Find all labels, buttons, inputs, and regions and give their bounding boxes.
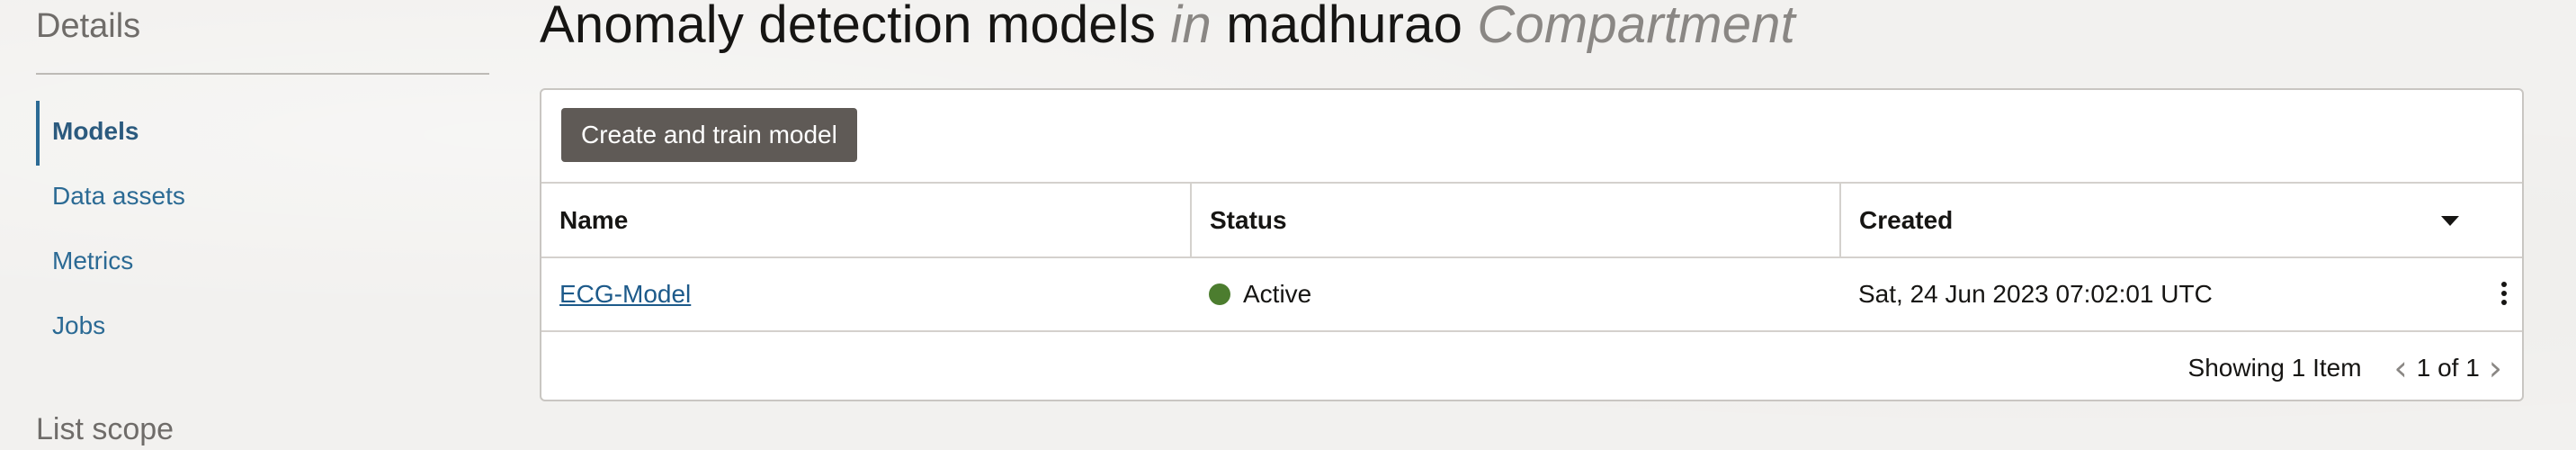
sidebar-item-data-assets[interactable]: Data assets — [36, 164, 486, 229]
sidebar-nav: Models Data assets Metrics Jobs — [36, 99, 486, 358]
models-table: Name Status Created ECG-Model Active Sat… — [541, 184, 2522, 332]
models-panel: Create and train model Name Status Creat… — [540, 88, 2524, 401]
chevron-right-icon[interactable]: › — [2489, 351, 2502, 385]
table-row: ECG-Model Active Sat, 24 Jun 2023 07:02:… — [541, 257, 2522, 332]
caret-down-icon[interactable] — [2441, 216, 2459, 226]
created-timestamp: Sat, 24 Jun 2023 07:02:01 UTC — [1858, 280, 2213, 308]
cell-created: Sat, 24 Jun 2023 07:02:01 UTC — [1840, 257, 2522, 332]
pagination-page-indicator: 1 of 1 — [2416, 354, 2480, 382]
chevron-left-icon[interactable]: ‹ — [2394, 351, 2408, 385]
column-header-created[interactable]: Created — [1839, 184, 2522, 258]
cell-name: ECG-Model — [541, 257, 1191, 332]
sidebar-item-models[interactable]: Models — [36, 99, 486, 166]
status-label: Active — [1243, 280, 1312, 308]
cell-status: Active — [1191, 257, 1840, 332]
page-title-main: Anomaly detection models — [540, 0, 1157, 54]
toolbar: Create and train model — [541, 90, 2522, 184]
sidebar-divider — [36, 73, 489, 75]
page-title-in: in — [1170, 0, 1212, 54]
status-indicator: Active — [1209, 280, 1822, 309]
sidebar: Details Models Data assets Metrics Jobs … — [0, 0, 504, 450]
model-name-link[interactable]: ECG-Model — [559, 280, 691, 308]
status-active-dot-icon — [1209, 284, 1230, 305]
sidebar-item-jobs[interactable]: Jobs — [36, 293, 486, 358]
page-title-compartment-label: Compartment — [1477, 0, 1795, 54]
column-header-created-label: Created — [1859, 205, 1954, 234]
pagination-showing-count: Showing 1 Item — [2187, 354, 2362, 382]
sidebar-subheading-list-scope: List scope — [36, 412, 174, 446]
sidebar-heading: Details — [36, 7, 141, 45]
column-header-name[interactable]: Name — [541, 184, 1191, 258]
page-title-compartment-name: madhurao — [1226, 0, 1463, 54]
pagination: Showing 1 Item ‹ 1 of 1 › — [2188, 351, 2502, 385]
create-and-train-model-button[interactable]: Create and train model — [561, 108, 857, 162]
table-header-row: Name Status Created — [541, 184, 2522, 258]
column-header-status[interactable]: Status — [1190, 184, 1840, 258]
sidebar-item-metrics[interactable]: Metrics — [36, 229, 486, 293]
page-title: Anomaly detection models in madhurao Com… — [540, 0, 1795, 55]
kebab-menu-icon[interactable] — [2495, 282, 2513, 310]
